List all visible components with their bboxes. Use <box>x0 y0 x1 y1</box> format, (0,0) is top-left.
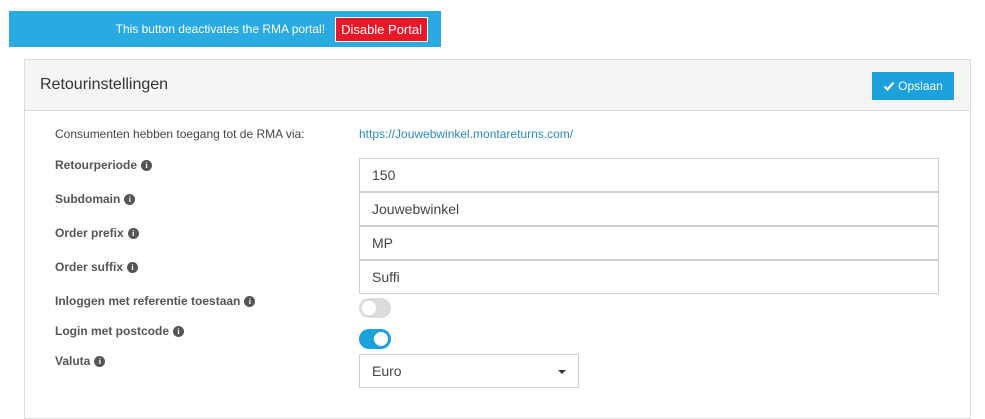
order-suffix-label: Order suffix i <box>55 260 139 274</box>
order-prefix-input[interactable] <box>359 226 939 260</box>
toggle-knob <box>362 301 376 315</box>
login-postcode-label: Login met postcode i <box>55 324 184 338</box>
deactivate-portal-banner: This button deactivates the RMA portal! … <box>9 11 441 47</box>
save-button[interactable]: Opslaan <box>872 72 954 100</box>
check-icon <box>883 81 895 92</box>
subdomain-label: Subdomain i <box>55 192 136 206</box>
subdomain-input[interactable] <box>359 192 939 226</box>
login-postcode-toggle[interactable] <box>359 329 391 349</box>
valuta-label: Valuta i <box>55 354 106 368</box>
toggle-knob <box>374 332 388 346</box>
chevron-down-icon <box>558 370 566 374</box>
login-reference-label: Inloggen met referentie toestaan i <box>55 294 256 308</box>
disable-portal-button[interactable]: Disable Portal <box>335 16 428 42</box>
panel-title: Retourinstellingen <box>40 76 169 93</box>
portal-url-link[interactable]: https://Jouwebwinkel.montareturns.com/ <box>359 127 573 141</box>
info-icon[interactable]: i <box>141 159 153 171</box>
subdomain-label-text: Subdomain <box>55 192 121 206</box>
access-row: Consumenten hebben toegang tot de RMA vi… <box>55 127 935 143</box>
info-icon[interactable]: i <box>244 295 256 307</box>
info-icon[interactable]: i <box>94 355 106 367</box>
order-prefix-label: Order prefix i <box>55 226 139 240</box>
access-label: Consumenten hebben toegang tot de RMA vi… <box>55 127 305 141</box>
retourperiode-input[interactable] <box>359 158 939 192</box>
return-settings-panel: Retourinstellingen Opslaan Consumenten h… <box>24 59 971 419</box>
retourperiode-label-text: Retourperiode <box>55 158 138 172</box>
panel-header: Retourinstellingen Opslaan <box>25 60 970 111</box>
order-prefix-label-text: Order prefix <box>55 226 124 240</box>
retourperiode-label: Retourperiode i <box>55 158 153 172</box>
order-suffix-input[interactable] <box>359 260 939 294</box>
order-suffix-label-text: Order suffix <box>55 260 124 274</box>
login-postcode-label-text: Login met postcode <box>55 324 169 338</box>
banner-text: This button deactivates the RMA portal! <box>115 22 326 36</box>
info-icon[interactable]: i <box>127 261 139 273</box>
login-reference-label-text: Inloggen met referentie toestaan <box>55 294 241 308</box>
valuta-select[interactable]: Euro <box>359 354 579 388</box>
info-icon[interactable]: i <box>124 193 136 205</box>
valuta-selected-value: Euro <box>372 363 402 379</box>
info-icon[interactable]: i <box>173 325 184 337</box>
login-reference-toggle[interactable] <box>359 298 391 318</box>
info-icon[interactable]: i <box>127 227 139 239</box>
save-button-label: Opslaan <box>898 79 943 93</box>
valuta-label-text: Valuta <box>55 354 91 368</box>
